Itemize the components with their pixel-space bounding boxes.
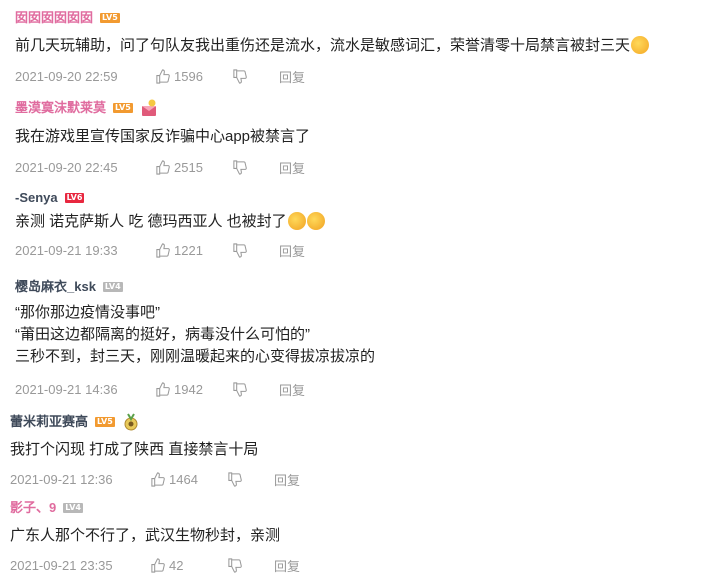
comment-text: 前几天玩辅助，问了句队友我出重伤还是流水，流水是敏感词汇，荣誉清零十局禁言被封三… (15, 35, 650, 57)
thumbs-up-icon[interactable] (150, 557, 165, 573)
level-badge: LV6 (64, 193, 85, 203)
thumbs-up-icon[interactable] (155, 242, 170, 258)
fan-medal-icon (141, 99, 156, 116)
thumbs-down-icon[interactable] (232, 159, 247, 175)
timestamp: 2021-09-20 22:59 (15, 68, 118, 84)
thumbs-down-icon[interactable] (227, 471, 242, 487)
comment-header: 蕾米莉亚赛高 LV5 (10, 412, 141, 432)
comment-line: “莆田这边都隔离的挺好，病毒没什么可怕的” (15, 326, 310, 343)
comment-line: 广东人那个不行了，武汉生物秒封，亲测 (10, 527, 281, 544)
thumbs-down-icon[interactable] (232, 68, 247, 84)
reply-button[interactable]: 回复 (274, 556, 300, 575)
username[interactable]: 囡囡囡囡囡囡 (15, 8, 93, 28)
username[interactable]: 蕾米莉亚赛高 (10, 412, 88, 432)
fan-medal-icon (124, 413, 138, 431)
level-badge: LV4 (63, 503, 83, 513)
timestamp: 2021-09-20 22:45 (15, 159, 118, 175)
username[interactable]: -Senya (15, 188, 58, 208)
like-count: 1464 (169, 471, 198, 487)
level-badge: LV5 (113, 103, 133, 113)
comment-meta: 2021-09-21 23:35 42 回复 (10, 555, 300, 575)
username[interactable]: 影子、9 (10, 498, 56, 518)
comment-text: 亲测 诺克萨斯人 吃 德玛西亚人 也被封了 (15, 211, 325, 233)
angry-face-emoji-icon (631, 36, 650, 54)
comment-meta: 2021-09-20 22:45 2515 回复 (15, 157, 305, 177)
comment-header: 樱岛麻衣_ksk LV4 (15, 277, 123, 297)
comment-meta: 2021-09-21 12:36 1464 回复 (10, 469, 300, 489)
thumbs-up-icon[interactable] (150, 471, 165, 487)
username[interactable]: 樱岛麻衣_ksk (15, 277, 96, 297)
comment-line: “那你那边疫情没事吧” (15, 304, 160, 321)
comment-header: 墨漠寞沫默莱莫 LV5 (15, 98, 159, 118)
thumbs-down-icon[interactable] (227, 557, 242, 573)
sad-face-emoji-icon (306, 212, 325, 230)
comment-meta: 2021-09-20 22:59 1596 回复 (15, 66, 305, 86)
like-count: 2515 (174, 159, 203, 175)
sad-face-emoji-icon (287, 212, 306, 230)
thumbs-up-icon[interactable] (155, 68, 170, 84)
timestamp: 2021-09-21 23:35 (10, 557, 113, 573)
comment-header: 影子、9 LV4 (10, 498, 83, 518)
comment-text: 广东人那个不行了，武汉生物秒封，亲测 (10, 525, 280, 547)
comment-text: 我打个闪现 打成了陕西 直接禁言十局 (10, 439, 258, 461)
reply-button[interactable]: 回复 (274, 470, 300, 489)
comment-header: -Senya LV6 (15, 188, 85, 208)
level-badge: LV5 (95, 417, 115, 427)
comment-line: 我打个闪现 打成了陕西 直接禁言十局 (10, 441, 259, 458)
comment-text: 三秒不到，封三天，刚刚温暖起来的心变得拔凉拔凉的 (15, 346, 375, 368)
timestamp: 2021-09-21 12:36 (10, 471, 113, 487)
thumbs-down-icon[interactable] (232, 381, 247, 397)
thumbs-up-icon[interactable] (155, 159, 170, 175)
reply-button[interactable]: 回复 (279, 67, 305, 86)
username[interactable]: 墨漠寞沫默莱莫 (15, 98, 106, 118)
reply-button[interactable]: 回复 (279, 380, 305, 399)
comment-meta: 2021-09-21 14:36 1942 回复 (15, 379, 305, 399)
comment-line: 三秒不到，封三天，刚刚温暖起来的心变得拔凉拔凉的 (15, 348, 376, 365)
level-badge: LV5 (100, 13, 120, 23)
comment-text: “莆田这边都隔离的挺好，病毒没什么可怕的” (15, 324, 310, 346)
comment-line: 亲测 诺克萨斯人 吃 德玛西亚人 也被封了 (15, 213, 287, 230)
level-badge: LV4 (102, 282, 123, 292)
timestamp: 2021-09-21 19:33 (15, 242, 118, 258)
comment-line: 前几天玩辅助，问了句队友我出重伤还是流水，流水是敏感词汇，荣誉清零十局禁言被封三… (15, 37, 631, 54)
comment-text: 我在游戏里宣传国家反诈骗中心app被禁言了 (15, 126, 310, 148)
thumbs-up-icon[interactable] (155, 381, 170, 397)
like-count: 42 (169, 557, 184, 573)
comment-text: “那你那边疫情没事吧” (15, 302, 160, 324)
comment-header: 囡囡囡囡囡囡 LV5 (15, 8, 120, 28)
reply-button[interactable]: 回复 (279, 158, 305, 177)
like-count: 1596 (174, 68, 203, 84)
like-count: 1221 (174, 242, 203, 258)
comment-meta: 2021-09-21 19:33 1221 回复 (15, 240, 305, 260)
timestamp: 2021-09-21 14:36 (15, 381, 118, 397)
like-count: 1942 (174, 381, 203, 397)
comment-line: 我在游戏里宣传国家反诈骗中心app被禁言了 (15, 128, 311, 145)
reply-button[interactable]: 回复 (279, 241, 305, 260)
thumbs-down-icon[interactable] (232, 242, 247, 258)
